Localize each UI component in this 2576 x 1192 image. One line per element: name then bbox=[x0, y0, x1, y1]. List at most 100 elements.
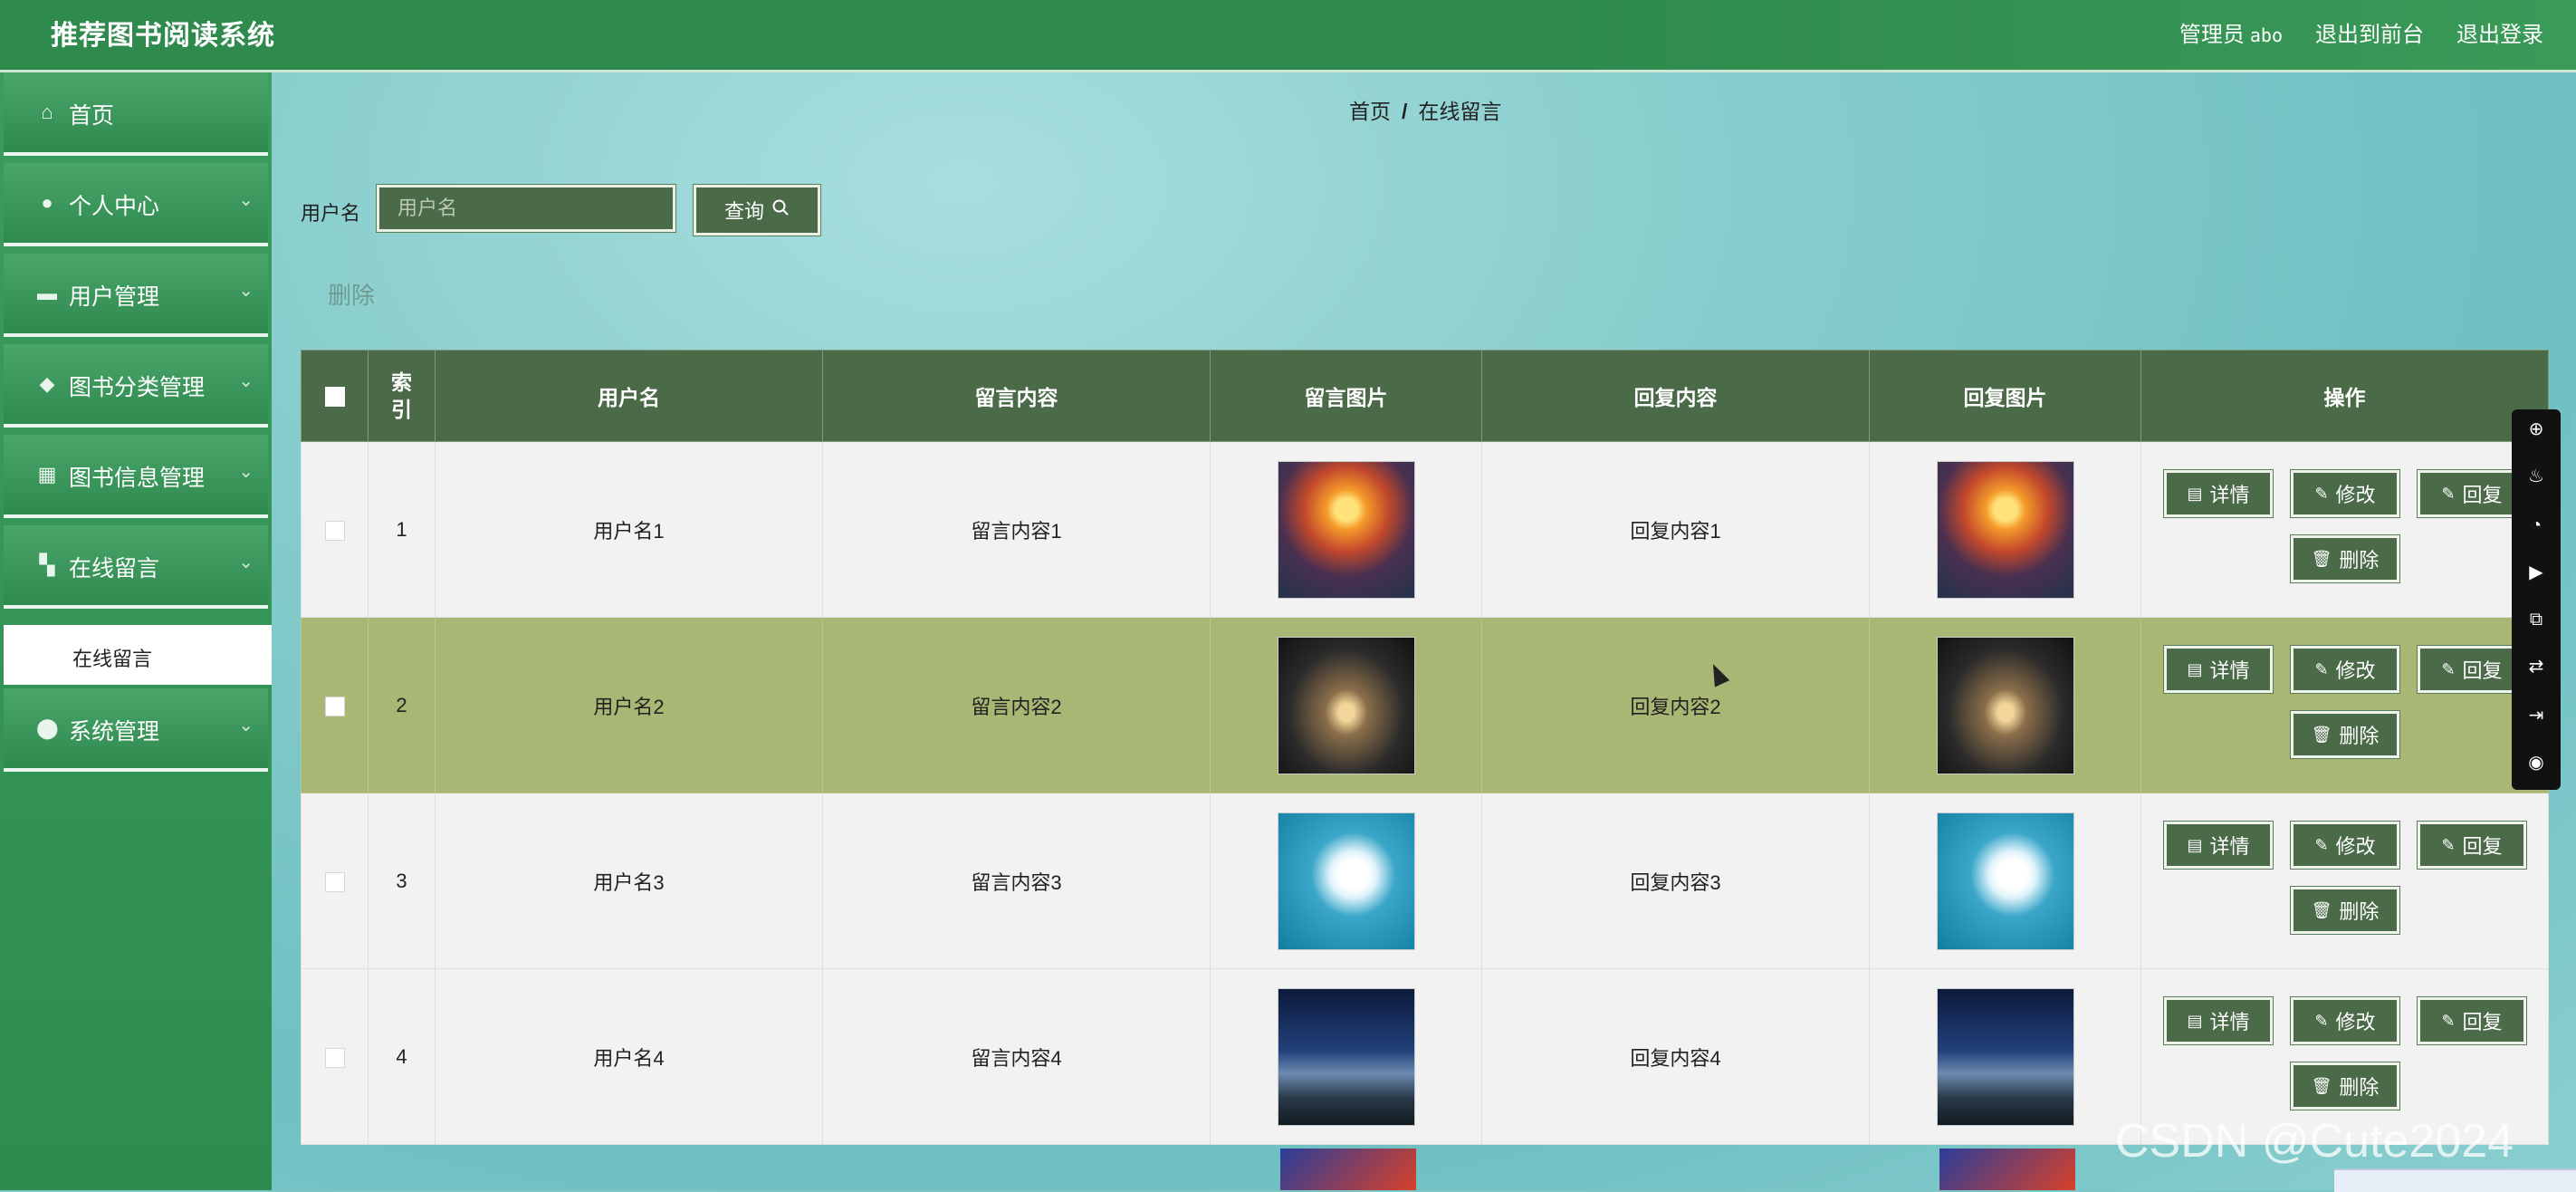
sidebar: ⌂ 首页 ● 个人中心 ⌄ ▬ 用户管理 ⌄ ◆ 图书分类管理 ⌄ ▦ 图书信息… bbox=[0, 72, 272, 1190]
trash-icon: 🗑 bbox=[2311, 1076, 2332, 1095]
swap-icon[interactable]: ⇄ bbox=[2525, 656, 2547, 678]
detail-button[interactable]: ▤ 详情 bbox=[2163, 821, 2274, 870]
edit-button-label: 修改 bbox=[2335, 659, 2376, 682]
search-button-label: 查询 bbox=[723, 200, 764, 223]
reply-button[interactable]: ✎ 回复 bbox=[2417, 469, 2527, 518]
pencil-icon: ✎ bbox=[2441, 659, 2456, 678]
select-all-checkbox[interactable] bbox=[324, 387, 345, 408]
trash-icon: 🗑 bbox=[2311, 549, 2332, 568]
submenu-online-message[interactable]: 在线留言 bbox=[4, 625, 272, 685]
edit-button[interactable]: ✎ 修改 bbox=[2290, 469, 2400, 518]
message-table: 索 引 用户名 留言内容 留言图片 回复内容 回复图片 操作 1 用户名1 留言… bbox=[301, 350, 2549, 1145]
sidebar-item-online-message[interactable]: ▚ 在线留言 ⌄ bbox=[4, 525, 268, 609]
message-image[interactable] bbox=[1277, 987, 1415, 1126]
delete-button[interactable]: 🗑 删除 bbox=[2290, 886, 2400, 935]
flame-icon[interactable]: ♨ bbox=[2525, 466, 2547, 487]
pencil-icon: ✎ bbox=[2314, 484, 2329, 503]
breadcrumb-home[interactable]: 首页 bbox=[1349, 100, 1391, 123]
back-to-front-link[interactable]: 退出到前台 bbox=[2315, 16, 2424, 48]
pencil-icon: ✎ bbox=[2441, 1011, 2456, 1030]
table-row[interactable]: 1 用户名1 留言内容1 回复内容1 ▤ 详情 ✎ 修改 ✎ 回复 🗑 删除 bbox=[301, 441, 2549, 618]
sidebar-item-label: 在线留言 bbox=[69, 556, 160, 582]
search-icon bbox=[771, 198, 790, 222]
speed-icon[interactable]: ◔ bbox=[2525, 514, 2547, 536]
delete-button-label: 删除 bbox=[2339, 900, 2380, 923]
row-reply: 回复内容3 bbox=[1481, 793, 1870, 969]
row-message-image-cell bbox=[1210, 968, 1482, 1145]
chevron-down-icon: ⌄ bbox=[238, 281, 254, 301]
edit-button[interactable]: ✎ 修改 bbox=[2290, 645, 2400, 694]
detail-button-label: 详情 bbox=[2209, 835, 2250, 858]
reply-image[interactable] bbox=[1936, 987, 2074, 1126]
row-checkbox[interactable] bbox=[324, 871, 345, 892]
reply-button[interactable]: ✎ 回复 bbox=[2417, 996, 2527, 1045]
breadcrumb: 首页 / 在线留言 bbox=[1349, 94, 1501, 125]
column-header-reply[interactable]: 回复内容 bbox=[1481, 350, 1870, 442]
detail-button[interactable]: ▤ 详情 bbox=[2163, 469, 2274, 518]
message-image[interactable] bbox=[1277, 636, 1415, 774]
logout-link[interactable]: 退出登录 bbox=[2456, 16, 2543, 48]
admin-role: 管理员 bbox=[2179, 23, 2245, 47]
row-index: 2 bbox=[368, 617, 436, 793]
search-button[interactable]: 查询 bbox=[693, 184, 821, 236]
row-reply: 回复内容4 bbox=[1481, 968, 1870, 1145]
reply-image[interactable] bbox=[1936, 636, 2074, 774]
column-header-message-image[interactable]: 留言图片 bbox=[1210, 350, 1482, 442]
main-content: 首页 / 在线留言 用户名 查询 删除 索 引 用户名 留言内容 留言图片 回复内容… bbox=[272, 72, 2576, 1190]
delete-button[interactable]: 🗑 删除 bbox=[2290, 1062, 2400, 1110]
video-icon[interactable]: ▶ bbox=[2525, 562, 2547, 583]
sidebar-item-label: 首页 bbox=[69, 103, 115, 129]
table-row[interactable]: 3 用户名3 留言内容3 回复内容3 ▤ 详情 ✎ 修改 ✎ 回复 🗑 删除 bbox=[301, 793, 2549, 969]
row-checkbox[interactable] bbox=[324, 696, 345, 716]
crop-icon[interactable]: ⧉ bbox=[2525, 609, 2547, 630]
row-select-cell bbox=[301, 793, 369, 969]
reply-button[interactable]: ✎ 回复 bbox=[2417, 821, 2527, 870]
edit-button-label: 修改 bbox=[2335, 1011, 2376, 1033]
header-actions: 管理员 abo 退出到前台 退出登录 bbox=[2179, 16, 2543, 48]
apps-icon: ▚ bbox=[39, 553, 55, 576]
chevron-down-icon: ⌄ bbox=[238, 462, 254, 482]
edit-button[interactable]: ✎ 修改 bbox=[2290, 821, 2400, 870]
zoom-icon[interactable]: ⊕ bbox=[2525, 418, 2547, 440]
row-message: 留言内容4 bbox=[822, 968, 1211, 1145]
reply-image[interactable] bbox=[1936, 812, 2074, 950]
delete-button[interactable]: 🗑 删除 bbox=[2290, 534, 2400, 583]
message-image[interactable] bbox=[1277, 812, 1415, 950]
bulk-delete-button[interactable]: 删除 bbox=[328, 277, 375, 311]
detail-button[interactable]: ▤ 详情 bbox=[2163, 645, 2274, 694]
edit-button-label: 修改 bbox=[2335, 835, 2376, 858]
reply-image[interactable] bbox=[1936, 460, 2074, 599]
row-checkbox[interactable] bbox=[324, 520, 345, 541]
reply-button[interactable]: ✎ 回复 bbox=[2417, 645, 2527, 694]
message-image[interactable] bbox=[1277, 460, 1415, 599]
sidebar-item-book-category[interactable]: ◆ 图书分类管理 ⌄ bbox=[4, 344, 268, 428]
table-row[interactable]: 2 用户名2 留言内容2 回复内容2 ▤ 详情 ✎ 修改 ✎ 回复 🗑 删除 bbox=[301, 617, 2549, 793]
user-icon: ● bbox=[41, 191, 53, 214]
pencil-icon: ✎ bbox=[2314, 1011, 2329, 1030]
row-reply: 回复内容1 bbox=[1481, 441, 1870, 618]
username-search-input[interactable] bbox=[376, 184, 676, 233]
row-message: 留言内容1 bbox=[822, 441, 1211, 618]
column-header-message[interactable]: 留言内容 bbox=[822, 350, 1211, 442]
column-header-username[interactable]: 用户名 bbox=[435, 350, 823, 442]
row-username: 用户名2 bbox=[435, 617, 823, 793]
delete-button[interactable]: 🗑 删除 bbox=[2290, 710, 2400, 759]
document-icon: ▤ bbox=[2187, 484, 2203, 503]
detail-button[interactable]: ▤ 详情 bbox=[2163, 996, 2274, 1045]
column-header-reply-image[interactable]: 回复图片 bbox=[1869, 350, 2141, 442]
chevron-down-icon: ⌄ bbox=[238, 371, 254, 391]
row-checkbox[interactable] bbox=[324, 1047, 345, 1068]
edit-button[interactable]: ✎ 修改 bbox=[2290, 996, 2400, 1045]
sidebar-item-home[interactable]: ⌂ 首页 bbox=[4, 72, 268, 156]
edit-button-label: 修改 bbox=[2335, 484, 2376, 506]
row-reply: 回复内容2 bbox=[1481, 617, 1870, 793]
camera-icon[interactable]: ◉ bbox=[2525, 752, 2547, 774]
document-icon: ▤ bbox=[2187, 1011, 2203, 1030]
sidebar-item-user-management[interactable]: ▬ 用户管理 ⌄ bbox=[4, 254, 268, 337]
export-icon[interactable]: ⇥ bbox=[2525, 705, 2547, 726]
row-select-cell bbox=[301, 617, 369, 793]
sidebar-item-system-management[interactable]: ⬤ 系统管理 ⌄ bbox=[4, 688, 268, 772]
row-username: 用户名3 bbox=[435, 793, 823, 969]
sidebar-item-personal-center[interactable]: ● 个人中心 ⌄ bbox=[4, 163, 268, 246]
sidebar-item-book-info[interactable]: ▦ 图书信息管理 ⌄ bbox=[4, 435, 268, 518]
